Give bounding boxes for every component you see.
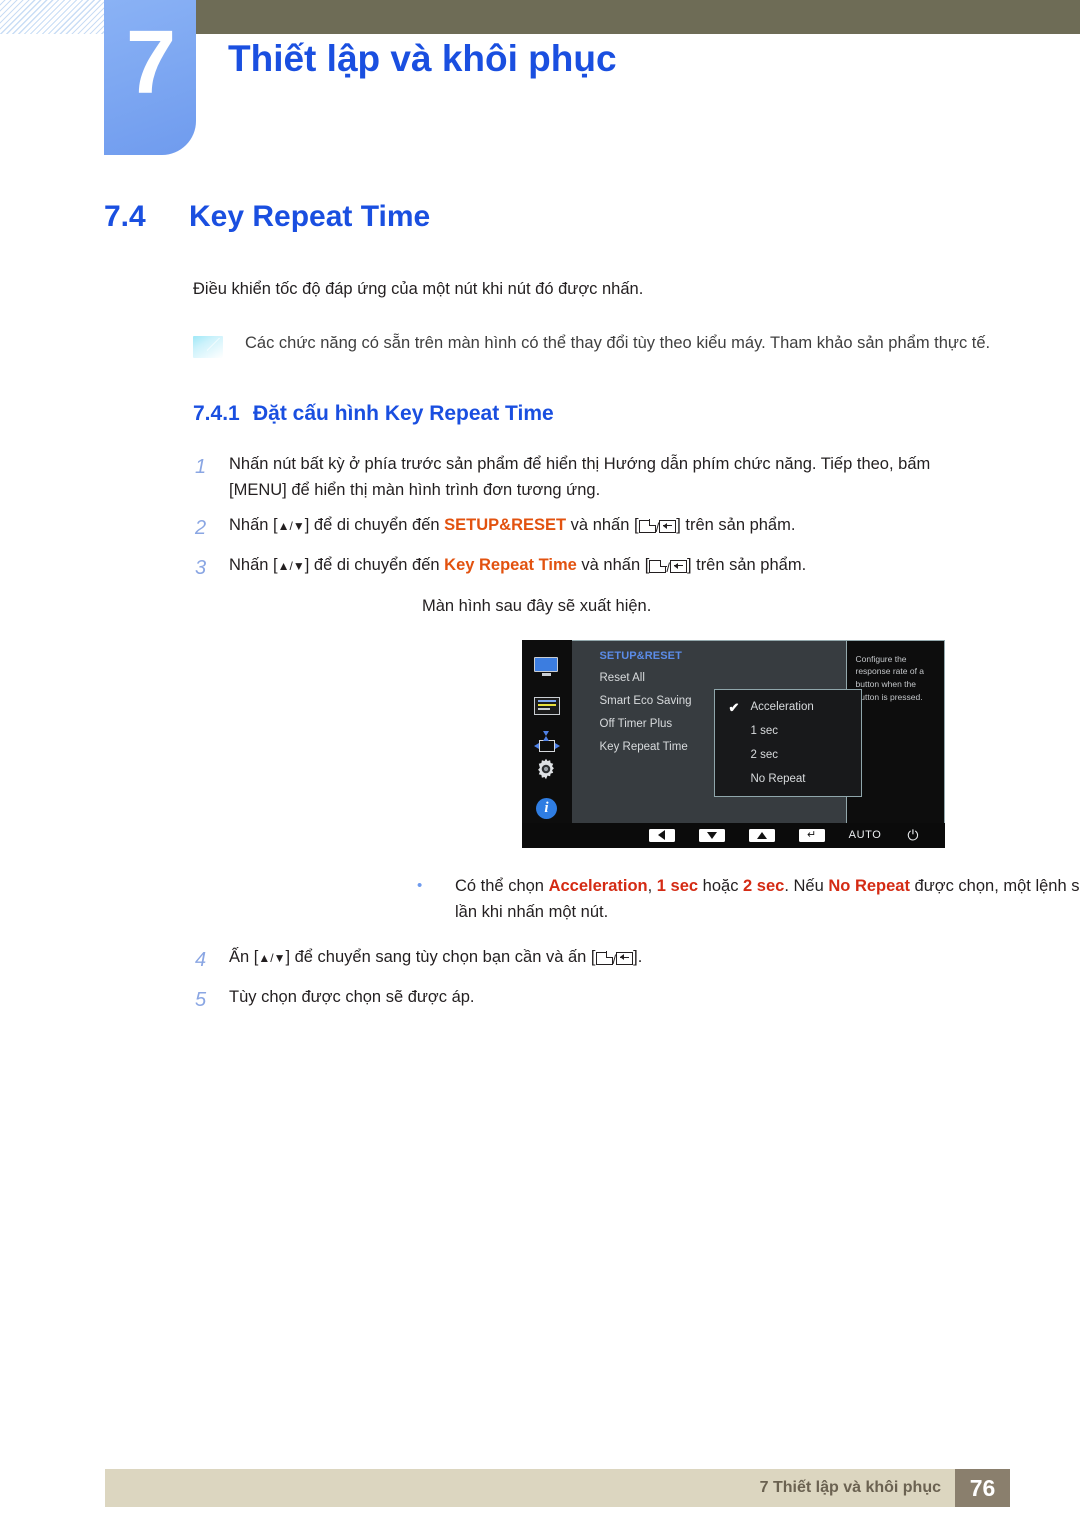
step4-tail: ]. xyxy=(633,947,643,966)
osd-submenu-label: Acceleration xyxy=(750,700,814,713)
down-arrow-button[interactable] xyxy=(698,828,725,842)
osd-submenu-label: 1 sec xyxy=(750,724,779,737)
keyword-no-repeat: No Repeat xyxy=(828,876,910,895)
note-text: Các chức năng có sẵn trên màn hình có th… xyxy=(245,333,991,352)
step4-mid: ] để chuyển sang tùy chọn bạn cần và ấn … xyxy=(285,947,596,966)
keyword-2-sec: 2 sec xyxy=(743,876,785,895)
footer-chapter-text: 7 Thiết lập và khôi phục xyxy=(759,1479,941,1496)
enter-icon: ↵ xyxy=(807,828,817,841)
enter-button[interactable]: ↵ xyxy=(798,828,825,842)
step-item: 2 Nhấn [▲/▼] để di chuyển đến SETUP&RESE… xyxy=(193,512,1025,544)
header-olive-bar xyxy=(196,0,1080,34)
step3-post: và nhấn [ xyxy=(576,556,650,575)
osd-submenu-item-2-sec[interactable]: 2 sec xyxy=(715,749,861,773)
section-intro-paragraph: Điều khiển tốc độ đáp ứng của một nút kh… xyxy=(193,280,644,298)
osd-submenu-label: No Repeat xyxy=(750,772,806,785)
step4-pre: Ấn [ xyxy=(229,947,259,966)
keyword-setup-reset: SETUP&RESET xyxy=(444,516,567,534)
up-down-arrow-glyph: ▲/▼ xyxy=(277,519,305,533)
step-number: 4 xyxy=(195,948,207,971)
source-key-icon: / xyxy=(649,559,687,574)
page-content: 7.4 Key Repeat Time Điều khiển tốc độ đá… xyxy=(0,200,1080,1025)
left-arrow-button[interactable] xyxy=(648,828,675,842)
subsection-heading: 7.4.1 Đặt cấu hình Key Repeat Time xyxy=(193,402,1080,426)
bullet-t2: , xyxy=(647,876,657,895)
step1-text-a: Nhấn nút bất kỳ ở phía trước sản phẩm để… xyxy=(229,454,931,473)
step-number: 2 xyxy=(195,517,207,539)
osd-menu-item-reset-all[interactable]: Reset All xyxy=(600,672,846,684)
bullet-t1: Có thể chọn xyxy=(455,876,549,895)
step1-text-b: [MENU] để hiển thị màn hình trình đơn tư… xyxy=(229,481,601,500)
step-item: 3 Nhấn [▲/▼] để di chuyển đến Key Repeat… xyxy=(193,552,1025,584)
subsection-number: 7.4.1 xyxy=(193,401,240,425)
up-down-arrow-glyph: ▲/▼ xyxy=(277,559,305,574)
info-icon[interactable]: i xyxy=(536,797,557,819)
section-heading: 7.4 Key Repeat Time xyxy=(104,200,1080,234)
step-body: Nhấn [▲/▼] để di chuyển đến Key Repeat T… xyxy=(229,552,1025,584)
bullet-t3: hoặc xyxy=(698,876,744,895)
osd-menu-title: SETUP&RESET xyxy=(599,649,682,662)
up-down-arrow-glyph: ▲/▼ xyxy=(258,950,286,965)
osd-icon-sidebar: i xyxy=(521,639,572,823)
bullet-t4: . Nếu xyxy=(784,876,829,895)
page-footer: 7 Thiết lập và khôi phục 76 xyxy=(105,1469,1010,1507)
picture-settings-icon[interactable] xyxy=(533,696,560,715)
checkmark-icon: ✔ xyxy=(728,699,740,715)
osd-window: i SETUP&RESET Reset All Smart Eco Saving… xyxy=(521,639,945,848)
step-number: 1 xyxy=(195,455,207,478)
note-block: Các chức năng có sẵn trên màn hình có th… xyxy=(193,330,1025,358)
osd-submenu-item-1-sec[interactable]: 1 sec xyxy=(715,725,861,749)
step-body: Tùy chọn được chọn sẽ được áp. xyxy=(229,988,475,1007)
auto-button-label[interactable]: AUTO xyxy=(849,829,882,841)
source-key-icon: / xyxy=(595,951,634,966)
step-number: 3 xyxy=(195,557,207,580)
keyword-key-repeat-time: Key Repeat Time xyxy=(444,556,577,575)
step3-followup: Màn hình sau đây sẽ xuất hiện. xyxy=(422,596,652,615)
step-number: 5 xyxy=(195,989,207,1012)
osd-main-area: i SETUP&RESET Reset All Smart Eco Saving… xyxy=(521,639,945,823)
footer-page-number: 76 xyxy=(955,1469,1010,1507)
osd-submenu-panel: ✔ Acceleration 1 sec 2 sec No Repeat xyxy=(713,688,862,797)
step-item: 4 Ấn [▲/▼] để chuyển sang tùy chọn bạn c… xyxy=(193,944,1025,976)
note-card-icon xyxy=(193,335,223,358)
step3-tail: ] trên sản phẩm. xyxy=(686,556,807,575)
step-body: Nhấn [▲/▼] để di chuyển đến SETUP&RESET … xyxy=(229,512,1025,544)
osd-submenu-item-acceleration[interactable]: ✔ Acceleration xyxy=(715,699,861,725)
gear-icon[interactable] xyxy=(534,757,560,779)
step3-pre: Nhấn [ xyxy=(229,556,278,575)
subsection-title: Đặt cấu hình Key Repeat Time xyxy=(253,401,554,425)
monitor-icon[interactable] xyxy=(533,656,560,676)
keyword-1-sec: 1 sec xyxy=(656,876,699,895)
step2-tail: ] trên sản phẩm. xyxy=(676,516,796,534)
section-number: 7.4 xyxy=(104,200,146,233)
step2-pre: Nhấn [ xyxy=(229,516,278,534)
bullet-item: • Có thể chọn Acceleration, 1 sec hoặc 2… xyxy=(415,873,1080,926)
keyword-acceleration: Acceleration xyxy=(548,876,648,895)
osd-menu-panel: SETUP&RESET Reset All Smart Eco Saving O… xyxy=(571,639,862,823)
source-key-icon: / xyxy=(638,519,677,534)
power-icon[interactable]: ⏻ xyxy=(907,828,918,842)
step-body: Nhấn nút bất kỳ ở phía trước sản phẩm để… xyxy=(229,451,1025,504)
step-body: Ấn [▲/▼] để chuyển sang tùy chọn bạn cần… xyxy=(229,944,1025,976)
osd-submenu-label: 2 sec xyxy=(750,748,779,761)
section-title: Key Repeat Time xyxy=(189,200,431,233)
osd-button-bar: ↵ AUTO ⏻ xyxy=(521,822,945,848)
steps-list: 1 Nhấn nút bất kỳ ở phía trước sản phẩm … xyxy=(193,451,1080,1017)
osd-submenu-item-no-repeat[interactable]: No Repeat xyxy=(715,773,861,785)
step2-mid: ] để di chuyển đến xyxy=(304,516,445,534)
step2-post: và nhấn [ xyxy=(566,516,639,534)
step-item: 5 Tùy chọn được chọn sẽ được áp. xyxy=(193,984,1025,1016)
bullet-text: Có thể chọn Acceleration, 1 sec hoặc 2 s… xyxy=(455,873,1080,926)
step-item: 1 Nhấn nút bất kỳ ở phía trước sản phẩm … xyxy=(193,451,1025,504)
chapter-title: Thiết lập và khôi phục xyxy=(228,38,617,79)
step3-mid: ] để di chuyển đến xyxy=(304,556,445,575)
page-header: 7 Thiết lập và khôi phục xyxy=(0,0,1080,172)
chapter-number-badge: 7 xyxy=(104,0,196,155)
up-arrow-button[interactable] xyxy=(748,828,775,842)
bullet-dot: • xyxy=(417,876,423,894)
osd-screenshot-figure: i SETUP&RESET Reset All Smart Eco Saving… xyxy=(193,639,1080,848)
